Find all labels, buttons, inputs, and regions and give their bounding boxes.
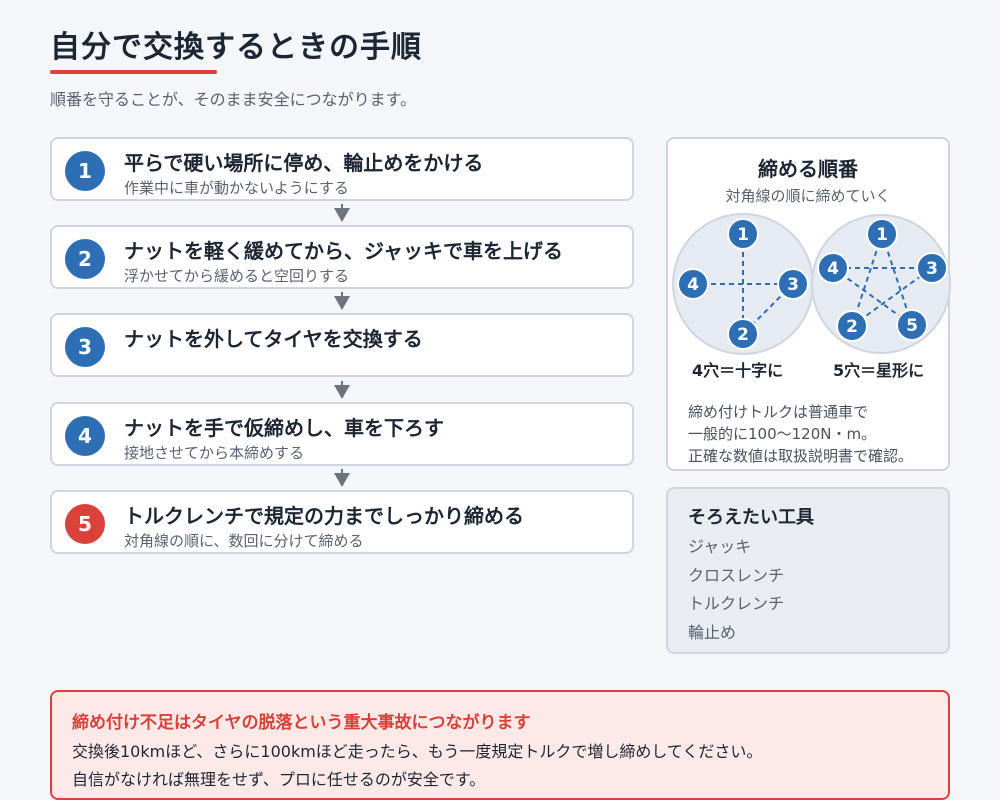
page-title: 自分で交換するときの手順 bbox=[50, 30, 422, 65]
tool-item: 輪止め bbox=[688, 622, 737, 642]
step-number-badge: 4 bbox=[65, 416, 105, 456]
step-card-5: 5 トルクレンチで規定の力までしっかり締める 対角線の順に、数回に分けて締める bbox=[50, 490, 634, 554]
warning-title: 締め付け不足はタイヤの脱落という重大事故につながります bbox=[72, 713, 531, 733]
tools-title: そろえたい工具 bbox=[688, 507, 814, 528]
lug-5: 5 bbox=[896, 309, 928, 341]
lug-4: 4 bbox=[677, 268, 709, 300]
warning-text: 自信がなければ無理をせず、プロに任せるのが安全です。 bbox=[72, 770, 486, 789]
lug-label: 3 bbox=[926, 259, 938, 279]
step-title: ナットを外してタイヤを交換する bbox=[124, 327, 423, 351]
warning-text: 交換後10kmほど、さらに100kmほど走ったら、もう一度規定トルクで増し締めし… bbox=[72, 742, 763, 761]
step-title: トルクレンチで規定の力までしっかり締める bbox=[124, 504, 524, 528]
tools-panel: そろえたい工具 ジャッキ クロスレンチ トルクレンチ 輪止め bbox=[666, 487, 950, 654]
lug-label: 1 bbox=[876, 225, 888, 245]
step-description: 接地させてから本締めする bbox=[124, 444, 305, 462]
lug-2: 2 bbox=[727, 318, 759, 350]
torque-note-line: 締め付けトルクは普通車で bbox=[688, 403, 869, 421]
tool-item: トルクレンチ bbox=[688, 594, 785, 613]
step-description: 対角線の順に、数回に分けて締める bbox=[124, 532, 364, 550]
step-title: 平らで硬い場所に停め、輪止めをかける bbox=[124, 151, 484, 175]
torque-note: 締め付けトルクは普通車で 一般的に100〜120N・m。 正確な数値は取扱説明書… bbox=[688, 401, 938, 467]
step-description: 浮かせてから緩めると空回りする bbox=[124, 267, 350, 285]
step-description: 作業中に車が動かないようにする bbox=[124, 179, 349, 197]
step-number-badge: 3 bbox=[65, 327, 105, 367]
four-hole-caption: 4穴＝十字に bbox=[692, 361, 784, 380]
step-number-badge: 2 bbox=[65, 239, 105, 279]
lug-4: 4 bbox=[817, 252, 849, 284]
tightening-order-panel: 締める順番 対角線の順に締めていく 1 2 3 4 1 2 3 4 5 4穴＝十… bbox=[666, 137, 951, 471]
lug-label: 2 bbox=[846, 317, 858, 337]
lug-3: 3 bbox=[777, 268, 809, 300]
tool-item: クロスレンチ bbox=[688, 565, 785, 585]
lug-label: 5 bbox=[906, 316, 918, 336]
lug-label: 2 bbox=[737, 325, 749, 345]
step-title: ナットを手で仮締めし、車を下ろす bbox=[124, 416, 444, 440]
torque-note-line: 正確な数値は取扱説明書で確認。 bbox=[688, 447, 914, 465]
step-card-2: 2 ナットを軽く緩めてから、ジャッキで車を上げる 浮かせてから緩めると空回りする bbox=[50, 225, 634, 289]
page-subtitle: 順番を守ることが、そのまま安全につながります。 bbox=[50, 90, 417, 109]
lug-1: 1 bbox=[727, 218, 759, 250]
step-number-badge: 5 bbox=[65, 504, 105, 544]
step-card-3: 3 ナットを外してタイヤを交換する bbox=[50, 313, 634, 377]
panel-subtitle: 対角線の順に締めていく bbox=[725, 187, 891, 205]
lug-order-diagram: 1 2 3 4 1 2 3 4 5 bbox=[672, 213, 951, 355]
four-hole-diagram: 1 2 3 4 bbox=[672, 213, 814, 355]
torque-note-line: 一般的に100〜120N・m。 bbox=[688, 425, 877, 443]
warning-box: 締め付け不足はタイヤの脱落という重大事故につながります 交換後10kmほど、さら… bbox=[50, 690, 950, 800]
lug-1: 1 bbox=[866, 218, 898, 250]
tool-item: ジャッキ bbox=[688, 537, 752, 556]
step-card-4: 4 ナットを手で仮締めし、車を下ろす 接地させてから本締めする bbox=[50, 402, 634, 466]
lug-label: 1 bbox=[737, 225, 749, 245]
tools-list: ジャッキ クロスレンチ トルクレンチ 輪止め bbox=[688, 533, 784, 647]
down-arrow-icon bbox=[334, 292, 350, 310]
lug-2: 2 bbox=[836, 310, 868, 342]
down-arrow-icon bbox=[334, 381, 350, 399]
step-card-1: 1 平らで硬い場所に停め、輪止めをかける 作業中に車が動かないようにする bbox=[50, 137, 634, 201]
five-hole-diagram: 1 2 3 4 5 bbox=[811, 214, 951, 354]
lug-label: 3 bbox=[787, 275, 799, 295]
lug-label: 4 bbox=[687, 275, 699, 295]
five-hole-caption: 5穴＝星形に bbox=[833, 361, 925, 380]
down-arrow-icon bbox=[334, 469, 350, 487]
panel-title: 締める順番 bbox=[758, 157, 858, 181]
step-number-badge: 1 bbox=[65, 151, 105, 191]
lug-label: 4 bbox=[827, 259, 839, 279]
down-arrow-icon bbox=[334, 204, 350, 222]
title-underline bbox=[50, 70, 217, 74]
step-title: ナットを軽く緩めてから、ジャッキで車を上げる bbox=[124, 239, 563, 263]
lug-3: 3 bbox=[916, 252, 948, 284]
